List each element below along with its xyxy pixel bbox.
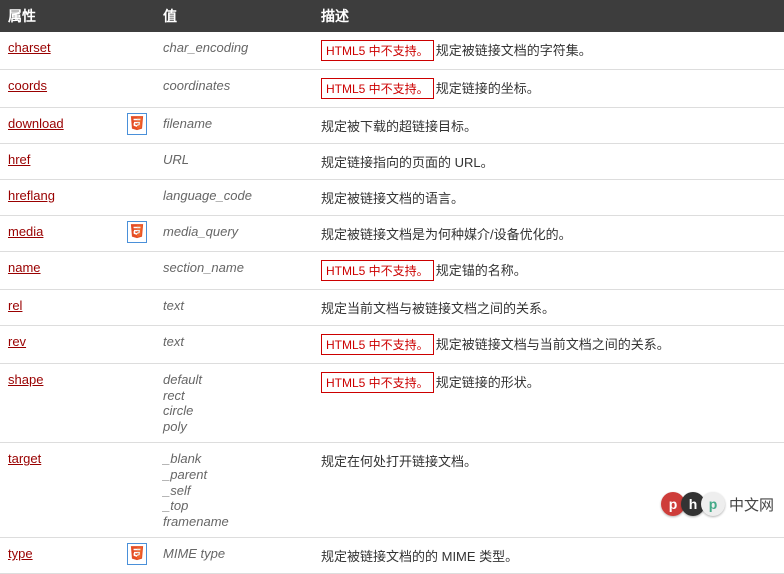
desc-cell: 规定被下载的超链接目标。 [313, 108, 784, 144]
value-cell: _blank_parent_self_topframename [155, 443, 313, 538]
table-row: download filename 规定被下载的超链接目标。 [0, 108, 784, 144]
value-item: _blank [163, 451, 305, 467]
desc-text: 规定被链接文档的的 MIME 类型。 [321, 549, 518, 564]
desc-text: 规定锚的名称。 [436, 263, 527, 278]
table-row: href URL 规定链接指向的页面的 URL。 [0, 144, 784, 180]
attr-link-download[interactable]: download [8, 116, 64, 131]
attr-link-media[interactable]: media [8, 224, 43, 239]
desc-cell: HTML5 中不支持。规定被链接文档的字符集。 [313, 32, 784, 70]
desc-text: 规定被链接文档是为何种媒介/设备优化的。 [321, 227, 572, 242]
table-row: type MIME type 规定被链接文档的的 MIME 类型。 [0, 538, 784, 574]
header-value: 值 [155, 0, 313, 32]
value-cell: MIME type [155, 538, 313, 574]
html5-icon [127, 543, 147, 565]
value-cell: defaultrectcirclepoly [155, 364, 313, 443]
value-cell: text [155, 290, 313, 326]
value-cell: URL [155, 144, 313, 180]
site-logo[interactable]: p h p 中文网 [661, 492, 774, 516]
value-item: _top [163, 498, 305, 514]
desc-text: 规定链接的形状。 [436, 375, 540, 390]
desc-text: 规定被链接文档的字符集。 [436, 43, 592, 58]
desc-text: 规定链接指向的页面的 URL。 [321, 155, 494, 170]
desc-cell: HTML5 中不支持。规定链接的坐标。 [313, 70, 784, 108]
desc-text: 规定被下载的超链接目标。 [321, 119, 477, 134]
value-item: _self [163, 483, 305, 499]
html5-icon [127, 113, 147, 135]
attr-link-name[interactable]: name [8, 260, 41, 275]
attr-link-coords[interactable]: coords [8, 78, 47, 93]
desc-text: 规定当前文档与被链接文档之间的关系。 [321, 301, 555, 316]
value-cell: text [155, 326, 313, 364]
attributes-table: 属性 值 描述 charsetchar_encodingHTML5 中不支持。规… [0, 0, 784, 574]
table-row: charsetchar_encodingHTML5 中不支持。规定被链接文档的字… [0, 32, 784, 70]
desc-cell: HTML5 中不支持。规定链接的形状。 [313, 364, 784, 443]
attr-link-hreflang[interactable]: hreflang [8, 188, 55, 203]
desc-cell: 规定被链接文档的的 MIME 类型。 [313, 538, 784, 574]
value-item: _parent [163, 467, 305, 483]
table-row: coordscoordinatesHTML5 中不支持。规定链接的坐标。 [0, 70, 784, 108]
value-cell: coordinates [155, 70, 313, 108]
value-cell: char_encoding [155, 32, 313, 70]
table-header: 属性 值 描述 [0, 0, 784, 32]
value-item: default [163, 372, 305, 388]
table-row: shapedefaultrectcirclepolyHTML5 中不支持。规定链… [0, 364, 784, 443]
value-cell: filename [155, 108, 313, 144]
desc-text: 规定被链接文档的语言。 [321, 191, 464, 206]
deprecated-badge: HTML5 中不支持。 [321, 40, 434, 61]
table-row: hreflang language_code 规定被链接文档的语言。 [0, 180, 784, 216]
attr-link-rel[interactable]: rel [8, 298, 22, 313]
attr-link-target[interactable]: target [8, 451, 41, 466]
table-row: namesection_nameHTML5 中不支持。规定锚的名称。 [0, 252, 784, 290]
table-row: rel text 规定当前文档与被链接文档之间的关系。 [0, 290, 784, 326]
desc-cell: 规定被链接文档的语言。 [313, 180, 784, 216]
desc-cell: 规定在何处打开链接文档。 [313, 443, 784, 538]
attr-link-type[interactable]: type [8, 546, 33, 561]
value-cell: section_name [155, 252, 313, 290]
attr-link-charset[interactable]: charset [8, 40, 51, 55]
attr-link-href[interactable]: href [8, 152, 30, 167]
value-cell: language_code [155, 180, 313, 216]
attr-link-shape[interactable]: shape [8, 372, 43, 387]
desc-cell: 规定被链接文档是为何种媒介/设备优化的。 [313, 216, 784, 252]
header-desc: 描述 [313, 0, 784, 32]
desc-cell: HTML5 中不支持。规定被链接文档与当前文档之间的关系。 [313, 326, 784, 364]
value-cell: media_query [155, 216, 313, 252]
table-row: revtextHTML5 中不支持。规定被链接文档与当前文档之间的关系。 [0, 326, 784, 364]
desc-cell: 规定链接指向的页面的 URL。 [313, 144, 784, 180]
table-row: media media_query 规定被链接文档是为何种媒介/设备优化的。 [0, 216, 784, 252]
desc-cell: HTML5 中不支持。规定锚的名称。 [313, 252, 784, 290]
value-item: rect [163, 388, 305, 404]
logo-bubble-p2: p [701, 492, 725, 516]
logo-text: 中文网 [729, 494, 774, 515]
deprecated-badge: HTML5 中不支持。 [321, 372, 434, 393]
html5-icon [127, 221, 147, 243]
value-item: poly [163, 419, 305, 435]
header-attr: 属性 [0, 0, 155, 32]
value-item: circle [163, 403, 305, 419]
desc-text: 规定被链接文档与当前文档之间的关系。 [436, 337, 670, 352]
desc-text: 规定在何处打开链接文档。 [321, 454, 477, 469]
desc-cell: 规定当前文档与被链接文档之间的关系。 [313, 290, 784, 326]
deprecated-badge: HTML5 中不支持。 [321, 334, 434, 355]
value-item: framename [163, 514, 305, 530]
deprecated-badge: HTML5 中不支持。 [321, 78, 434, 99]
table-row: target _blank_parent_self_topframename 规定在… [0, 443, 784, 538]
deprecated-badge: HTML5 中不支持。 [321, 260, 434, 281]
desc-text: 规定链接的坐标。 [436, 81, 540, 96]
attr-link-rev[interactable]: rev [8, 334, 26, 349]
